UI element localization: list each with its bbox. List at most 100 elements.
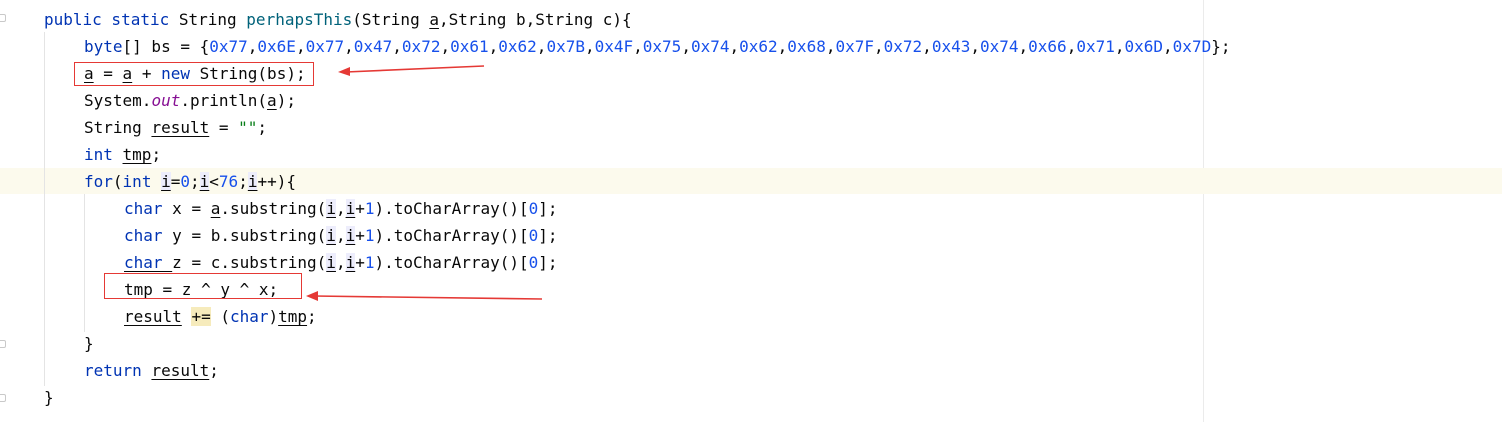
- code-token: ,: [729, 37, 740, 56]
- editor-gutter[interactable]: [0, 0, 14, 422]
- code-token: [] bs = {: [122, 37, 210, 56]
- code-token: i: [326, 253, 336, 272]
- code-token: perhapsThis: [246, 10, 353, 29]
- fold-marker-icon[interactable]: [0, 394, 6, 402]
- code-token: ,: [633, 37, 643, 56]
- code-token: i: [199, 172, 210, 191]
- code-token: =: [170, 172, 181, 191]
- code-token: ,: [1114, 37, 1125, 56]
- code-token: 0x7F: [835, 37, 874, 56]
- code-token: int: [122, 172, 162, 191]
- annotation-arrow-icon: [338, 65, 485, 76]
- code-line-char-z[interactable]: char z = c.substring(i,i+1).toCharArray(…: [124, 249, 558, 276]
- code-token: y = b.substring(: [172, 226, 327, 245]
- code-line-return[interactable]: return result;: [84, 357, 219, 384]
- code-token: a: [429, 10, 439, 29]
- indent-guide: [44, 32, 45, 386]
- code-token: ,: [1163, 37, 1173, 56]
- code-token: ;: [151, 145, 162, 164]
- code-line-char-y[interactable]: char y = b.substring(i,i+1).toCharArray(…: [124, 222, 558, 249]
- code-editor[interactable]: public static String perhapsThis ( String …: [0, 0, 1502, 422]
- code-token: ,: [584, 37, 595, 56]
- code-token: 0x43: [931, 37, 971, 56]
- code-token: };: [1211, 37, 1231, 56]
- code-token: return: [84, 361, 152, 380]
- code-token: .println(: [180, 91, 268, 110]
- code-line-for-close[interactable]: }: [84, 330, 94, 357]
- code-line-result-append[interactable]: result += (char)tmp;: [124, 303, 317, 330]
- code-token: ,: [1066, 37, 1077, 56]
- code-token: i: [326, 226, 336, 245]
- code-line-signature[interactable]: public static String perhapsThis(String …: [44, 6, 632, 33]
- code-token: ,: [536, 37, 547, 56]
- code-token: 1: [364, 253, 375, 272]
- code-token: char: [124, 199, 173, 218]
- code-token: ++){: [257, 172, 296, 191]
- code-token: ,: [335, 226, 346, 245]
- code-token: ,: [335, 253, 346, 272]
- code-token: +=: [191, 307, 211, 326]
- code-token: ,: [681, 37, 691, 56]
- code-token: result: [151, 361, 210, 380]
- right-margin-guide: [1203, 0, 1204, 422]
- code-token: (: [210, 307, 230, 326]
- code-token: result: [151, 118, 210, 137]
- code-token: 0: [528, 199, 539, 218]
- code-line-char-x[interactable]: char x = a.substring(i,i+1).toCharArray(…: [124, 195, 558, 222]
- code-token: ,: [392, 37, 402, 56]
- code-token: =: [209, 118, 239, 137]
- code-token: ;: [307, 307, 317, 326]
- code-token: 0x6E: [257, 37, 296, 56]
- code-line-result-decl[interactable]: String result = "";: [84, 114, 267, 141]
- code-token: 0x71: [1076, 37, 1115, 56]
- fold-marker-icon[interactable]: [0, 340, 6, 348]
- code-token: +: [355, 253, 365, 272]
- code-token: +: [355, 199, 365, 218]
- code-token: byte: [84, 37, 123, 56]
- code-token: ];: [538, 253, 558, 272]
- annotation-arrow-icon: [306, 291, 543, 301]
- code-token: for: [84, 172, 113, 191]
- fold-marker-icon[interactable]: [0, 14, 6, 22]
- code-token: 0x47: [353, 37, 393, 56]
- code-token: );: [276, 91, 296, 110]
- code-line-tmp-decl[interactable]: int tmp;: [84, 141, 161, 168]
- code-token: tmp: [122, 145, 152, 164]
- code-line-println[interactable]: System.out.println(a);: [84, 87, 296, 114]
- code-token: 0: [528, 226, 539, 245]
- code-token: String: [178, 10, 247, 29]
- code-token: ): [268, 307, 279, 326]
- code-token: 0x4F: [594, 37, 634, 56]
- code-token: z = c.substring(: [172, 253, 327, 272]
- code-token: ,: [1018, 37, 1029, 56]
- code-token: a: [210, 199, 221, 218]
- code-line-method-close[interactable]: }: [44, 384, 54, 411]
- code-token: tmp: [278, 307, 308, 326]
- code-token: a: [267, 91, 277, 110]
- code-line-for-loop[interactable]: for(int i=0;i<76;i++){: [84, 168, 296, 195]
- code-token: ,: [970, 37, 980, 56]
- code-token: 0x62: [498, 37, 537, 56]
- code-token: ;: [190, 172, 200, 191]
- code-token: ,: [247, 37, 258, 56]
- code-token: out: [151, 91, 181, 110]
- code-token: ];: [538, 199, 558, 218]
- code-token: ,: [295, 37, 306, 56]
- code-token: String: [84, 118, 152, 137]
- code-token: ).toCharArray()[: [374, 199, 529, 218]
- code-line-byte-array[interactable]: byte[] bs = {0x77,0x6E,0x77,0x47,0x72,0x…: [84, 33, 1230, 60]
- code-token: +: [355, 226, 365, 245]
- annotation-box-assign-a: [74, 62, 314, 86]
- code-token: public static: [44, 10, 179, 29]
- code-token: ).toCharArray()[: [374, 253, 529, 272]
- code-token: ,: [440, 37, 451, 56]
- code-token: ,: [874, 37, 884, 56]
- code-token: ,String b,String c){: [438, 10, 632, 29]
- code-token: .substring(: [220, 199, 327, 218]
- code-token: (String: [352, 10, 430, 29]
- code-token: i: [345, 253, 356, 272]
- code-token: 0x72: [401, 37, 441, 56]
- code-token: ,: [335, 199, 346, 218]
- code-token: (: [112, 172, 123, 191]
